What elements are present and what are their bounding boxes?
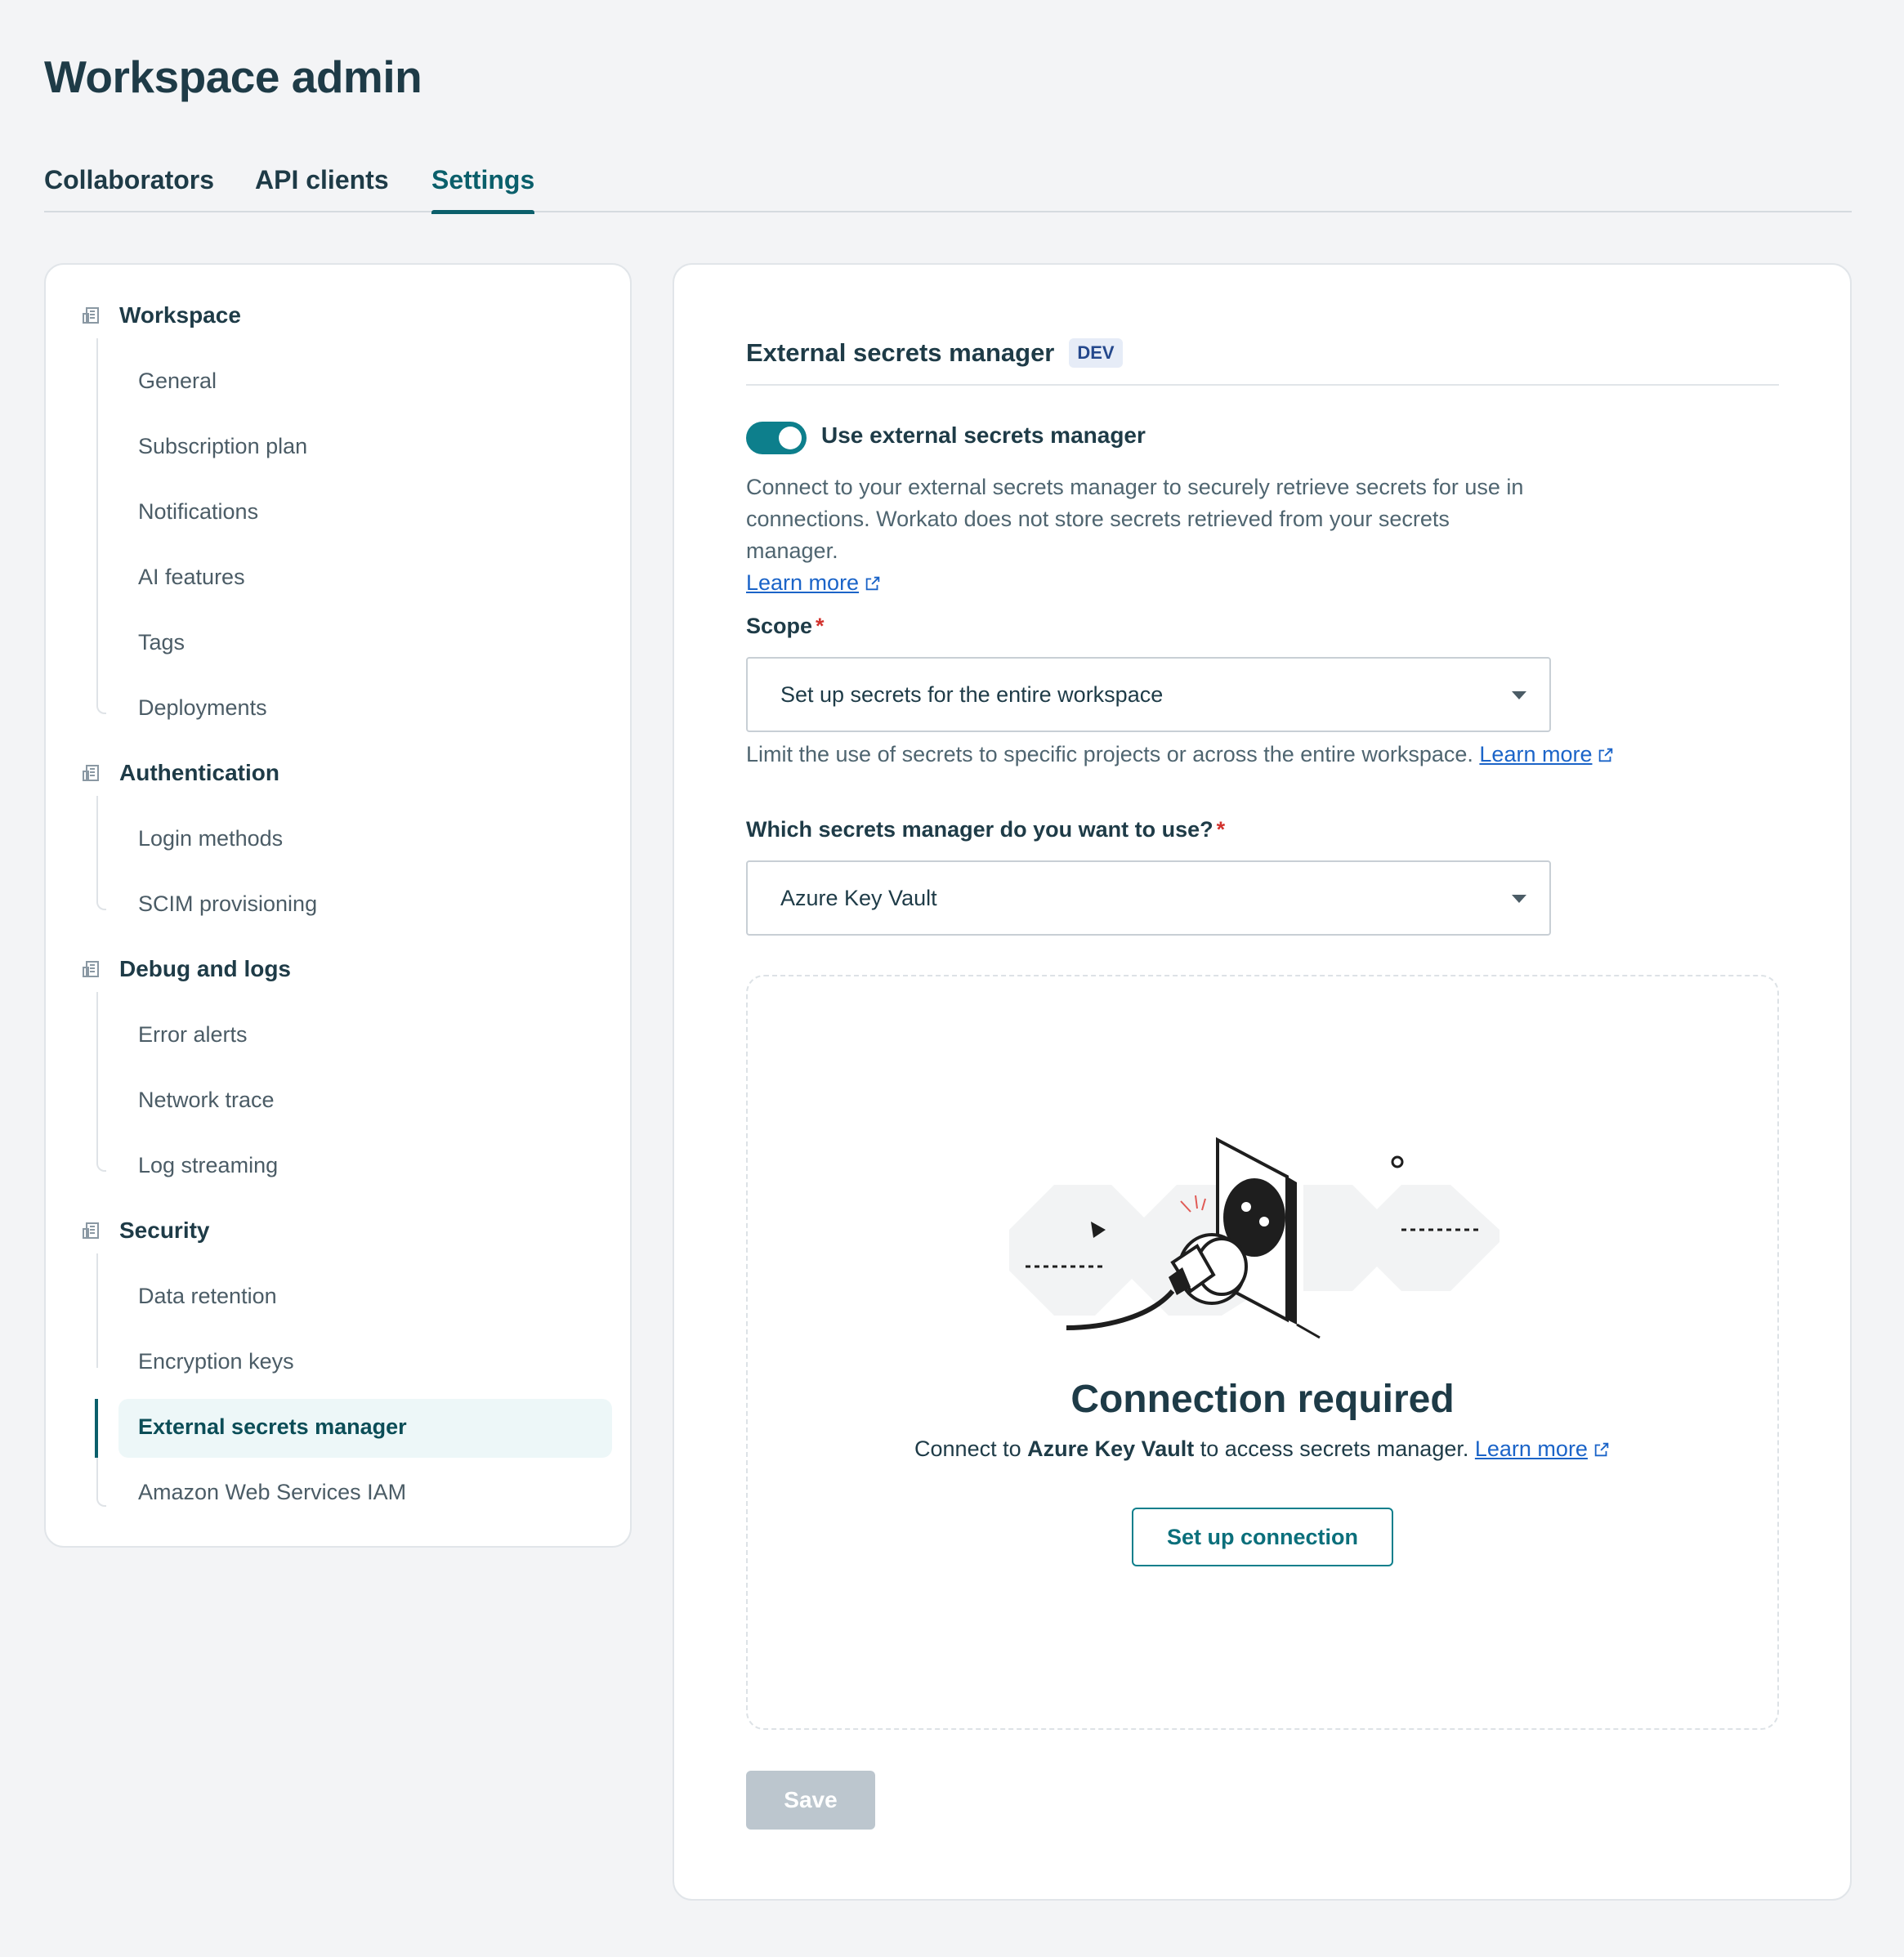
empty-state-text-after: to access secrets manager. (1194, 1436, 1469, 1461)
sidebar-item-data-retention[interactable]: Data retention (138, 1280, 277, 1312)
active-item-marker (95, 1399, 98, 1458)
empty-state-title: Connection required (1070, 1378, 1455, 1421)
sidebar-group-label: Authentication (119, 760, 279, 785)
environment-badge: DEV (1069, 338, 1123, 368)
connection-empty-state: Connection required Connect to Azure Key… (746, 975, 1779, 1730)
settings-sidebar: Workspace General Subscription plan Noti… (44, 263, 632, 1548)
sidebar-group-label: Security (119, 1218, 210, 1243)
section-header: External secrets manager DEV (746, 337, 1779, 386)
building-icon (83, 1222, 99, 1239)
external-link-icon (1599, 748, 1613, 762)
empty-state-text: Connect to Azure Key Vault to access sec… (748, 1436, 1777, 1462)
learn-more-link[interactable]: Learn more (1479, 742, 1592, 766)
scope-label-text: Scope (746, 614, 813, 638)
sidebar-item-general[interactable]: General (138, 364, 217, 397)
building-icon (83, 961, 99, 977)
tab-collaborators[interactable]: Collaborators (44, 160, 214, 212)
scope-select-value: Set up secrets for the entire workspace (780, 682, 1164, 707)
description: Connect to your external secrets manager… (746, 471, 1547, 599)
unplugged-plug-icon (1009, 1137, 1500, 1339)
building-icon (83, 307, 99, 324)
chevron-down-icon (1512, 895, 1526, 903)
sidebar-item-login-methods[interactable]: Login methods (138, 822, 283, 855)
external-link-icon (1594, 1442, 1609, 1457)
secrets-manager-select[interactable]: Azure Key Vault (746, 860, 1551, 936)
scope-label: Scope * (746, 614, 825, 639)
sidebar-item-encryption-keys[interactable]: Encryption keys (138, 1345, 294, 1378)
sidebar-group-workspace: Workspace (82, 299, 241, 332)
secrets-manager-label: Which secrets manager do you want to use… (746, 817, 1225, 842)
building-icon (83, 765, 99, 781)
tab-settings[interactable]: Settings (431, 160, 535, 214)
sidebar-group-authentication: Authentication (82, 757, 279, 789)
secrets-manager-select-value: Azure Key Vault (780, 886, 937, 910)
use-external-secrets-toggle[interactable] (746, 422, 807, 454)
tab-bar: Collaborators API clients Settings (44, 160, 1852, 214)
page-title: Workspace admin (44, 51, 422, 102)
sidebar-item-log-streaming[interactable]: Log streaming (138, 1149, 278, 1182)
sidebar-item-network-trace[interactable]: Network trace (138, 1083, 275, 1116)
scope-hint-text: Limit the use of secrets to specific pro… (746, 742, 1473, 766)
description-text: Connect to your external secrets manager… (746, 475, 1524, 563)
tree-line (96, 1253, 106, 1368)
set-up-connection-button[interactable]: Set up connection (1132, 1508, 1393, 1566)
chevron-down-icon (1512, 691, 1526, 699)
sidebar-group-security: Security (82, 1214, 210, 1247)
learn-more-link[interactable]: Learn more (1475, 1436, 1588, 1461)
required-mark: * (1216, 817, 1226, 842)
sidebar-item-error-alerts[interactable]: Error alerts (138, 1018, 248, 1051)
sidebar-item-aws-iam[interactable]: Amazon Web Services IAM (138, 1476, 406, 1508)
sidebar-group-label: Debug and logs (119, 956, 291, 981)
external-link-icon (865, 576, 880, 591)
sidebar-item-notifications[interactable]: Notifications (138, 495, 258, 528)
sidebar-item-tags[interactable]: Tags (138, 626, 185, 659)
settings-panel: External secrets manager DEV Use externa… (673, 263, 1852, 1901)
scope-hint: Limit the use of secrets to specific pro… (746, 742, 1615, 767)
secrets-manager-label-text: Which secrets manager do you want to use… (746, 817, 1213, 842)
empty-state-text-bold: Azure Key Vault (1027, 1436, 1195, 1461)
toggle-label: Use external secrets manager (821, 422, 1146, 448)
sidebar-item-scim-provisioning[interactable]: SCIM provisioning (138, 887, 317, 920)
tree-line (96, 338, 106, 714)
sidebar-group-debug-and-logs: Debug and logs (82, 953, 291, 985)
save-button[interactable]: Save (746, 1771, 875, 1830)
sidebar-item-ai-features[interactable]: AI features (138, 561, 245, 593)
tab-api-clients[interactable]: API clients (255, 160, 389, 212)
tree-line (96, 992, 106, 1172)
empty-state-text-before: Connect to (914, 1436, 1028, 1461)
sidebar-group-label: Workspace (119, 302, 241, 328)
learn-more-link[interactable]: Learn more (746, 570, 859, 595)
tree-line (96, 1458, 106, 1507)
required-mark: * (816, 614, 825, 638)
tree-line (96, 796, 106, 910)
scope-select[interactable]: Set up secrets for the entire workspace (746, 657, 1551, 732)
sidebar-item-subscription-plan[interactable]: Subscription plan (138, 430, 307, 462)
sidebar-item-deployments[interactable]: Deployments (138, 691, 267, 724)
sidebar-item-external-secrets-manager[interactable]: External secrets manager (138, 1410, 407, 1443)
section-title: External secrets manager (746, 338, 1055, 367)
